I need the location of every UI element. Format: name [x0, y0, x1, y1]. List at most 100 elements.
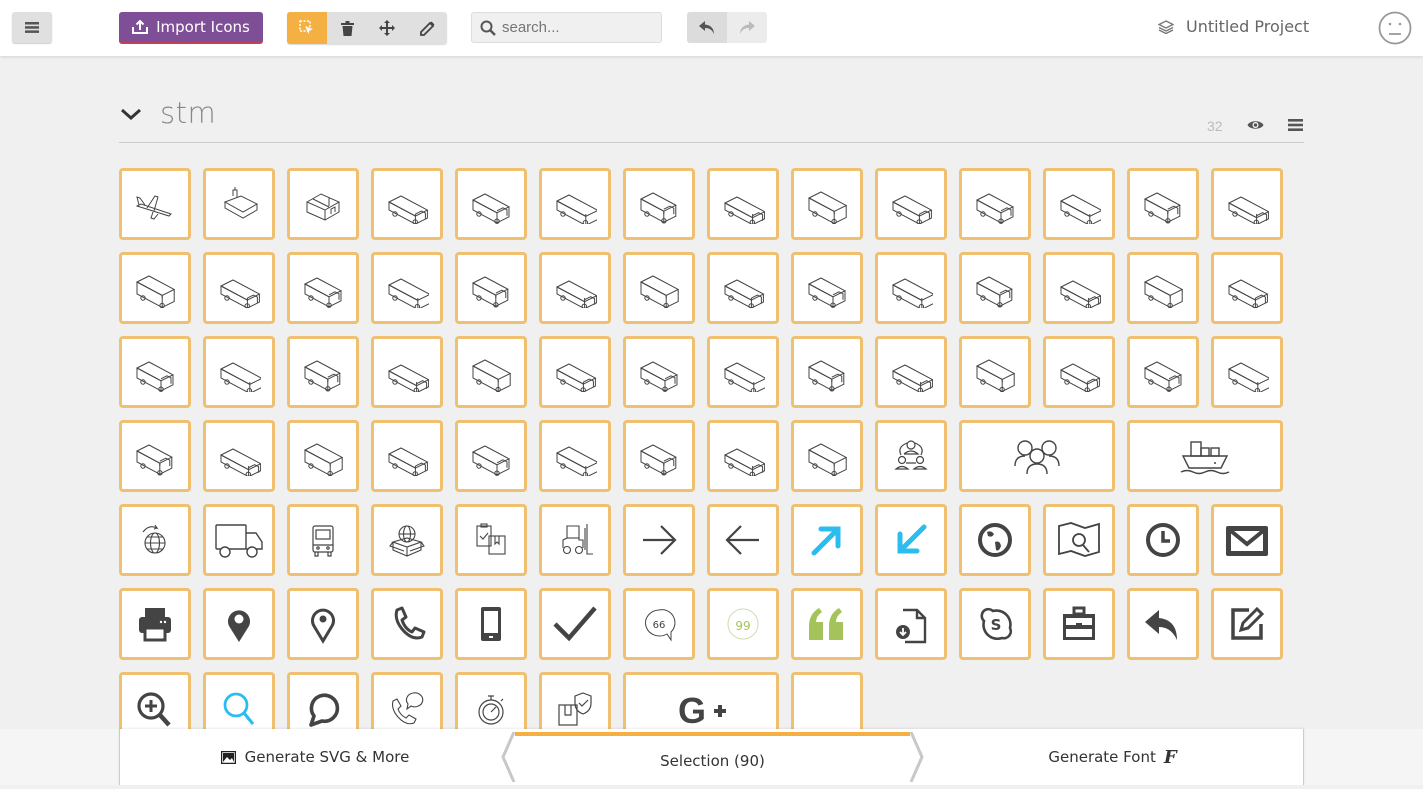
icon-cell[interactable] [1211, 588, 1283, 660]
icon-cell[interactable] [1127, 252, 1199, 324]
icon-cell[interactable] [455, 420, 527, 492]
icon-cell[interactable] [1043, 588, 1115, 660]
icon-cell[interactable] [539, 588, 611, 660]
icon-cell[interactable] [287, 336, 359, 408]
icon-cell[interactable] [959, 336, 1031, 408]
icon-cell[interactable] [959, 168, 1031, 240]
import-icons-button[interactable]: Import Icons [119, 12, 263, 44]
move-tool-button[interactable] [367, 12, 407, 44]
icon-cell[interactable] [119, 588, 191, 660]
icon-cell[interactable]: 99 [707, 588, 779, 660]
neutral-face-icon[interactable] [1378, 11, 1412, 45]
icon-cell[interactable] [1043, 504, 1115, 576]
icon-cell[interactable] [539, 504, 611, 576]
icon-cell[interactable] [203, 420, 275, 492]
icon-cell[interactable] [539, 672, 611, 734]
icon-cell[interactable] [791, 252, 863, 324]
icon-cell[interactable] [959, 252, 1031, 324]
redo-button[interactable] [727, 12, 767, 43]
icon-cell[interactable] [287, 672, 359, 734]
icon-cell[interactable] [623, 336, 695, 408]
icon-cell[interactable] [371, 336, 443, 408]
icon-cell[interactable] [287, 504, 359, 576]
selection-tab[interactable]: Selection (90) [515, 732, 910, 785]
icon-cell[interactable] [1043, 336, 1115, 408]
icon-cell[interactable] [791, 420, 863, 492]
main-menu-button[interactable] [12, 12, 52, 43]
icon-cell[interactable] [875, 336, 947, 408]
icon-cell[interactable] [1043, 168, 1115, 240]
icon-cell[interactable] [791, 588, 863, 660]
icon-cell[interactable]: 66 [623, 588, 695, 660]
icon-cell[interactable] [203, 168, 275, 240]
icon-cell[interactable] [455, 252, 527, 324]
icon-cell[interactable]: S [959, 588, 1031, 660]
icon-cell[interactable]: G [623, 672, 779, 734]
icon-cell[interactable] [203, 504, 275, 576]
icon-cell[interactable] [371, 588, 443, 660]
icon-cell[interactable] [875, 420, 947, 492]
icon-cell[interactable] [791, 336, 863, 408]
chevron-down-icon[interactable] [119, 102, 143, 126]
icon-cell[interactable] [623, 252, 695, 324]
search-input[interactable] [502, 19, 652, 36]
icon-cell[interactable] [1127, 504, 1199, 576]
delete-tool-button[interactable] [327, 12, 367, 44]
generate-svg-button[interactable]: Generate SVG & More [120, 729, 510, 785]
icon-cell[interactable] [539, 168, 611, 240]
icon-cell[interactable] [623, 420, 695, 492]
undo-button[interactable] [687, 12, 727, 43]
icon-cell[interactable] [1211, 336, 1283, 408]
icon-cell[interactable] [707, 420, 779, 492]
icon-cell[interactable] [203, 336, 275, 408]
select-tool-button[interactable] [287, 12, 327, 44]
icon-cell[interactable] [203, 252, 275, 324]
icon-cell[interactable] [371, 168, 443, 240]
icon-cell[interactable] [287, 252, 359, 324]
icon-cell[interactable] [371, 672, 443, 734]
icon-cell[interactable] [455, 168, 527, 240]
icon-cell[interactable] [119, 168, 191, 240]
icon-cell[interactable] [1127, 588, 1199, 660]
icon-cell[interactable] [875, 252, 947, 324]
icon-cell[interactable] [1043, 252, 1115, 324]
icon-cell[interactable] [455, 336, 527, 408]
icon-cell[interactable] [1211, 168, 1283, 240]
icon-cell[interactable] [455, 504, 527, 576]
icon-cell[interactable] [1211, 252, 1283, 324]
icon-cell[interactable] [287, 168, 359, 240]
icon-cell[interactable] [371, 420, 443, 492]
icon-cell[interactable] [119, 420, 191, 492]
project-selector[interactable]: Untitled Project [1158, 17, 1309, 36]
icon-cell[interactable] [707, 252, 779, 324]
icon-cell[interactable] [539, 420, 611, 492]
icon-cell[interactable] [1127, 420, 1283, 492]
icon-cell[interactable] [791, 168, 863, 240]
icon-cell[interactable] [119, 336, 191, 408]
icon-cell[interactable] [119, 672, 191, 734]
icon-cell[interactable] [623, 168, 695, 240]
list-menu-icon[interactable] [1288, 119, 1303, 131]
icon-cell[interactable] [371, 504, 443, 576]
icon-cell[interactable] [455, 672, 527, 734]
icon-cell[interactable] [1127, 336, 1199, 408]
edit-tool-button[interactable] [407, 12, 447, 44]
icon-cell[interactable] [875, 168, 947, 240]
icon-cell[interactable] [287, 420, 359, 492]
icon-cell[interactable] [707, 504, 779, 576]
icon-cell[interactable] [791, 504, 863, 576]
generate-font-button[interactable]: Generate Font F [920, 729, 1305, 785]
icon-cell[interactable] [203, 588, 275, 660]
icon-cell[interactable] [623, 504, 695, 576]
icon-cell[interactable] [875, 504, 947, 576]
icon-cell[interactable] [1211, 504, 1283, 576]
icon-cell[interactable] [875, 588, 947, 660]
icon-cell[interactable] [959, 504, 1031, 576]
eye-icon[interactable] [1247, 119, 1264, 131]
icon-cell[interactable] [539, 336, 611, 408]
icon-cell[interactable] [539, 252, 611, 324]
search-box[interactable] [471, 12, 662, 43]
icon-cell[interactable] [371, 252, 443, 324]
icon-cell[interactable] [119, 504, 191, 576]
icon-cell[interactable] [707, 336, 779, 408]
